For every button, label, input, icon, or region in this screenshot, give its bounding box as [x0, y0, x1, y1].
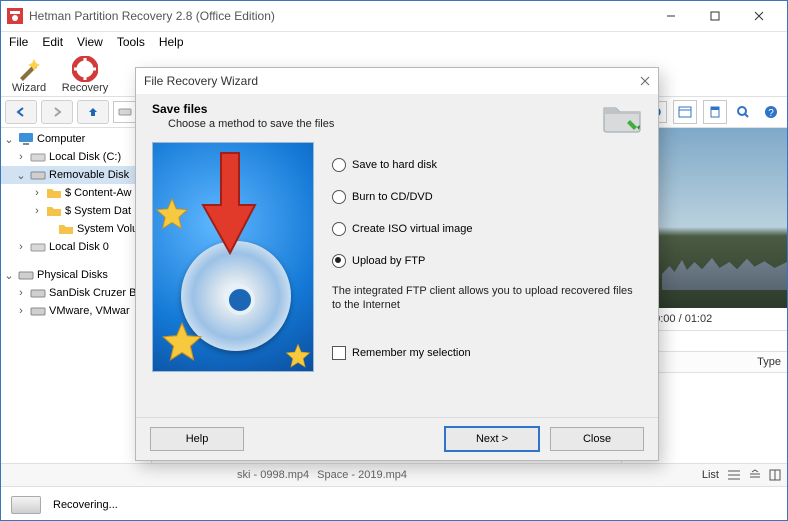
wand-icon — [16, 56, 42, 82]
app-window: Hetman Partition Recovery 2.8 (Office Ed… — [0, 0, 788, 521]
title-bar: Hetman Partition Recovery 2.8 (Office Ed… — [1, 1, 787, 32]
drive-icon — [30, 286, 46, 300]
help-toolbar-icon[interactable]: ? — [759, 100, 783, 124]
next-button[interactable]: Next > — [444, 426, 540, 452]
drive-icon — [18, 268, 34, 282]
tree-vmware[interactable]: ›VMware, VMwar — [1, 302, 151, 320]
star-icon — [155, 197, 189, 231]
arrow-down-icon — [199, 149, 261, 259]
nav-forward-button[interactable] — [41, 100, 73, 124]
tree-removable-disk[interactable]: ⌄Removable Disk — [1, 166, 151, 184]
save-options: Save to hard disk Burn to CD/DVD Create … — [332, 142, 642, 372]
nav-tree: ⌄Computer ›Local Disk (C:) ⌄Removable Di… — [1, 128, 152, 463]
dialog-close-button[interactable]: Close — [550, 427, 644, 451]
footer-frag1: ski - 0998.mp4 — [237, 469, 309, 481]
help-button[interactable]: Help — [150, 427, 244, 451]
view-options-icon[interactable] — [749, 469, 761, 481]
tree-sandisk[interactable]: ›SanDisk Cruzer B — [1, 284, 151, 302]
dialog-close-icon[interactable] — [640, 76, 650, 86]
wizard-button[interactable]: Wizard — [5, 56, 53, 94]
drive-icon — [30, 240, 46, 254]
view2-button[interactable] — [703, 100, 727, 124]
app-icon — [7, 8, 23, 24]
tree-computer[interactable]: ⌄Computer — [1, 130, 151, 148]
tree-physical-disks[interactable]: ⌄Physical Disks — [1, 266, 151, 284]
list-view-icon[interactable] — [727, 469, 741, 481]
option-create-iso[interactable]: Create ISO virtual image — [332, 220, 642, 238]
nav-back-button[interactable] — [5, 100, 37, 124]
footer-bar: ski - 0998.mp4 Space - 2019.mp4 List — [1, 463, 787, 486]
svg-text:?: ? — [768, 108, 774, 119]
close-button[interactable] — [737, 2, 781, 30]
folder-icon — [58, 222, 74, 236]
folder-save-icon — [602, 100, 642, 134]
wizard-illustration — [152, 142, 314, 372]
star-icon — [161, 321, 203, 363]
menu-tools[interactable]: Tools — [117, 35, 145, 49]
status-text: Recovering... — [53, 499, 118, 511]
minimize-button[interactable] — [649, 2, 693, 30]
col-type[interactable]: Type — [757, 356, 781, 368]
footer-frag2: Space - 2019.mp4 — [317, 469, 407, 481]
list-view-label[interactable]: List — [702, 469, 719, 481]
dialog-subheading: Choose a method to save the files — [168, 118, 602, 130]
option-hard-disk[interactable]: Save to hard disk — [332, 156, 642, 174]
lifebuoy-icon — [72, 56, 98, 82]
option-description: The integrated FTP client allows you to … — [332, 284, 642, 312]
menu-help[interactable]: Help — [159, 35, 184, 49]
tree-content-aware[interactable]: ›$ Content-Aw — [1, 184, 151, 202]
drive-icon — [30, 168, 46, 182]
remember-checkbox[interactable]: Remember my selection — [332, 346, 642, 360]
maximize-button[interactable] — [693, 2, 737, 30]
dialog-heading: Save files — [152, 102, 602, 116]
tree-local-c[interactable]: ›Local Disk (C:) — [1, 148, 151, 166]
drive-icon — [30, 150, 46, 164]
dialog-title: File Recovery Wizard — [144, 74, 258, 88]
menu-view[interactable]: View — [77, 35, 103, 49]
folder-icon — [46, 204, 62, 218]
wizard-label: Wizard — [12, 82, 46, 94]
computer-icon — [18, 132, 34, 146]
menu-bar: File Edit View Tools Help — [1, 32, 787, 52]
search-toolbar-icon[interactable] — [731, 100, 755, 124]
recovery-label: Recovery — [62, 82, 108, 94]
drive-icon — [30, 304, 46, 318]
folder-icon — [46, 186, 62, 200]
option-upload-ftp[interactable]: Upload by FTP — [332, 252, 642, 270]
view-split-icon[interactable] — [769, 469, 781, 481]
file-recovery-wizard-dialog: File Recovery Wizard Save files Choose a… — [135, 67, 659, 461]
recovery-button[interactable]: Recovery — [61, 56, 109, 94]
dialog-button-bar: Help Next > Close — [136, 417, 658, 460]
menu-edit[interactable]: Edit — [42, 35, 63, 49]
tree-local-0[interactable]: ›Local Disk 0 — [1, 238, 151, 256]
tree-system-data[interactable]: ›$ System Dat — [1, 202, 151, 220]
nav-up-button[interactable] — [77, 100, 109, 124]
status-bar: Recovering... — [1, 486, 787, 521]
app-title: Hetman Partition Recovery 2.8 (Office Ed… — [29, 9, 649, 23]
disk-icon — [11, 496, 41, 514]
dialog-title-bar: File Recovery Wizard — [136, 68, 658, 94]
star-icon — [285, 343, 311, 369]
drive-icon — [118, 106, 132, 118]
menu-file[interactable]: File — [9, 35, 28, 49]
option-burn-cd[interactable]: Burn to CD/DVD — [332, 188, 642, 206]
tree-system-volume[interactable]: System Volum — [1, 220, 151, 238]
view1-button[interactable] — [673, 100, 697, 124]
